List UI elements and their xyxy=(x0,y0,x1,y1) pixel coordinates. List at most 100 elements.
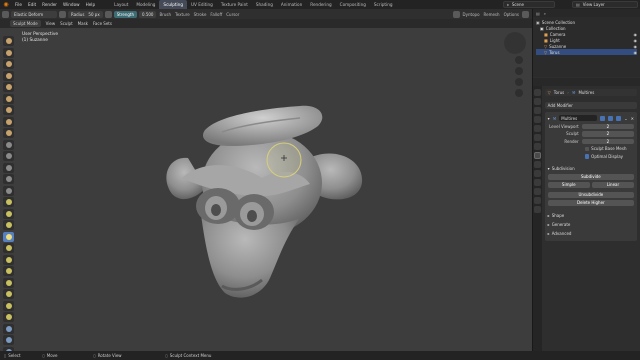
dropdown-icon[interactable]: ⌄ xyxy=(624,116,627,121)
scene-selector[interactable]: ⬧ Scene xyxy=(503,1,555,8)
blender-logo-icon[interactable]: ◉ xyxy=(2,1,10,8)
ortho-toggle-icon[interactable] xyxy=(515,89,523,97)
outliner-row-selected[interactable]: ▽ Torus ◉ xyxy=(536,49,637,55)
mask-menu[interactable]: Mask xyxy=(78,21,88,26)
brush-selector[interactable]: Elastic Deform xyxy=(11,10,57,18)
physics-tab-icon[interactable] xyxy=(533,170,541,177)
mode-selector[interactable]: Sculpt Mode xyxy=(10,20,41,27)
brush-name: Elastic Deform xyxy=(14,11,44,17)
render-tab-icon[interactable] xyxy=(533,98,541,105)
chevron-right-icon: ▸ xyxy=(547,221,550,227)
render-level-field[interactable]: 2 xyxy=(581,138,634,144)
sculpt-level-field[interactable]: 2 xyxy=(581,131,634,137)
output-tab-icon[interactable] xyxy=(533,107,541,114)
dyntopo-menu[interactable]: Dyntopo xyxy=(462,12,481,17)
scene-collection-label: Scene Collection xyxy=(541,19,576,25)
particles-tab-icon[interactable] xyxy=(533,161,541,168)
tab-rendering[interactable]: Rendering xyxy=(306,0,335,9)
tab-shading[interactable]: Shading xyxy=(252,0,277,9)
collapse-icon[interactable]: ▾ xyxy=(548,116,550,121)
strength-field[interactable]: Strength xyxy=(113,10,138,18)
view-layer-selector[interactable]: ▤ View Layer xyxy=(572,1,638,8)
tab-sculpting[interactable]: Sculpting xyxy=(159,0,187,9)
radius-value: 50 px xyxy=(88,11,100,17)
strength-value-box[interactable]: 0.500 xyxy=(139,10,157,18)
checkbox-checked-icon xyxy=(584,154,590,159)
add-modifier-button[interactable]: Add Modifier xyxy=(544,102,637,109)
object-tab-icon[interactable] xyxy=(533,143,541,150)
tab-animation[interactable]: Animation xyxy=(277,0,306,9)
filter-icon[interactable] xyxy=(522,10,529,18)
stroke-menu[interactable]: Stroke xyxy=(193,12,208,17)
menu-help[interactable]: Help xyxy=(83,2,99,7)
remesh-menu[interactable]: Remesh xyxy=(483,12,501,17)
simple-button[interactable]: Simple xyxy=(547,181,590,188)
camera-view-icon[interactable] xyxy=(515,78,523,86)
outliner-icon[interactable]: ▤ xyxy=(536,11,540,16)
new-brush-icon[interactable] xyxy=(59,10,66,18)
cursor-menu[interactable]: Cursor xyxy=(225,12,240,17)
zoom-icon[interactable] xyxy=(515,56,523,64)
close-icon[interactable]: ✕ xyxy=(631,116,634,121)
outliner-filter-icon[interactable]: ⌕ xyxy=(544,11,546,16)
symmetry-icon[interactable] xyxy=(452,10,460,18)
visibility-icon[interactable]: ◉ xyxy=(634,50,638,55)
subdivision-header[interactable]: ▾ Subdivision xyxy=(548,165,634,172)
menu-file[interactable]: File xyxy=(12,2,25,7)
delete-higher-button[interactable]: Delete Higher xyxy=(547,199,634,206)
face-sets-menu[interactable]: Face Sets xyxy=(93,21,112,26)
tab-uv-editing[interactable]: UV Editing xyxy=(187,0,217,9)
data-tab-icon[interactable] xyxy=(533,188,541,195)
visibility-icon[interactable]: ◉ xyxy=(634,38,638,43)
generate-subpanel[interactable]: ▸ Generate xyxy=(548,221,634,228)
tab-compositing[interactable]: Compositing xyxy=(336,0,370,9)
constraints-tab-icon[interactable] xyxy=(533,179,541,186)
level-viewport-field[interactable]: 2 xyxy=(581,123,634,129)
pan-icon[interactable] xyxy=(515,67,523,75)
tab-texture-paint[interactable]: Texture Paint xyxy=(217,0,252,9)
sculpt-mesh[interactable] xyxy=(0,28,532,351)
material-tab-icon[interactable] xyxy=(533,197,541,204)
viewport-toggle-icon[interactable] xyxy=(608,115,614,121)
view-menu[interactable]: View xyxy=(46,21,56,26)
tool-icon[interactable] xyxy=(2,10,9,18)
advanced-subpanel[interactable]: ▸ Advanced xyxy=(548,230,634,237)
tab-scripting[interactable]: Scripting xyxy=(370,0,397,9)
add-modifier-label: Add Modifier xyxy=(547,103,573,108)
view-layer-icon: ▤ xyxy=(576,2,580,7)
optimal-display-checkbox[interactable]: Optimal Display xyxy=(584,153,634,160)
tab-layout[interactable]: Layout xyxy=(110,0,132,9)
visibility-icon[interactable]: ◉ xyxy=(634,44,638,49)
menu-edit[interactable]: Edit xyxy=(25,2,39,7)
brush-menu[interactable]: Brush xyxy=(158,12,172,17)
shape-subpanel[interactable]: ▸ Shape xyxy=(548,212,634,219)
texture-menu[interactable]: Texture xyxy=(174,12,191,17)
sculpt-menu[interactable]: Sculpt xyxy=(60,21,73,26)
mouse-left-icon: ▯ xyxy=(4,353,7,358)
world-tab-icon[interactable] xyxy=(533,134,541,141)
properties-editor: ▽ Torus › ⚒ Multires Add Modifier ▾ ⚒ Mu… xyxy=(533,86,640,352)
radius-field[interactable]: Radius 50 px xyxy=(68,10,103,18)
linear-button[interactable]: Linear xyxy=(591,181,635,188)
navigation-gizmo[interactable] xyxy=(504,32,526,54)
texture-tab-icon[interactable] xyxy=(533,206,541,213)
radius-unit-icon[interactable] xyxy=(104,10,112,18)
menu-render[interactable]: Render xyxy=(39,2,60,7)
edit-mode-toggle-icon[interactable] xyxy=(600,115,606,121)
menu-window[interactable]: Window xyxy=(60,2,83,7)
unsubdivide-button[interactable]: Unsubdivide xyxy=(547,191,634,198)
falloff-menu[interactable]: Falloff xyxy=(209,12,223,17)
tool-tab-icon[interactable] xyxy=(533,89,541,96)
subdivide-button[interactable]: Subdivide xyxy=(547,173,634,180)
3d-viewport[interactable]: User Perspective (1) Suzanne xyxy=(0,28,532,351)
options-menu[interactable]: Options xyxy=(503,12,520,17)
visibility-icon[interactable]: ◉ xyxy=(634,32,638,37)
sculpt-base-mesh-checkbox[interactable]: Sculpt Base Mesh xyxy=(584,146,634,153)
modifier-tab-icon[interactable] xyxy=(533,152,541,159)
modifier-name-field[interactable]: Multires xyxy=(559,115,598,121)
scene-icon: ⬧ xyxy=(507,2,509,7)
render-toggle-icon[interactable] xyxy=(616,115,622,121)
view-layer-tab-icon[interactable] xyxy=(533,116,541,123)
tab-modeling[interactable]: Modeling xyxy=(132,0,159,9)
scene-tab-icon[interactable] xyxy=(533,125,541,132)
